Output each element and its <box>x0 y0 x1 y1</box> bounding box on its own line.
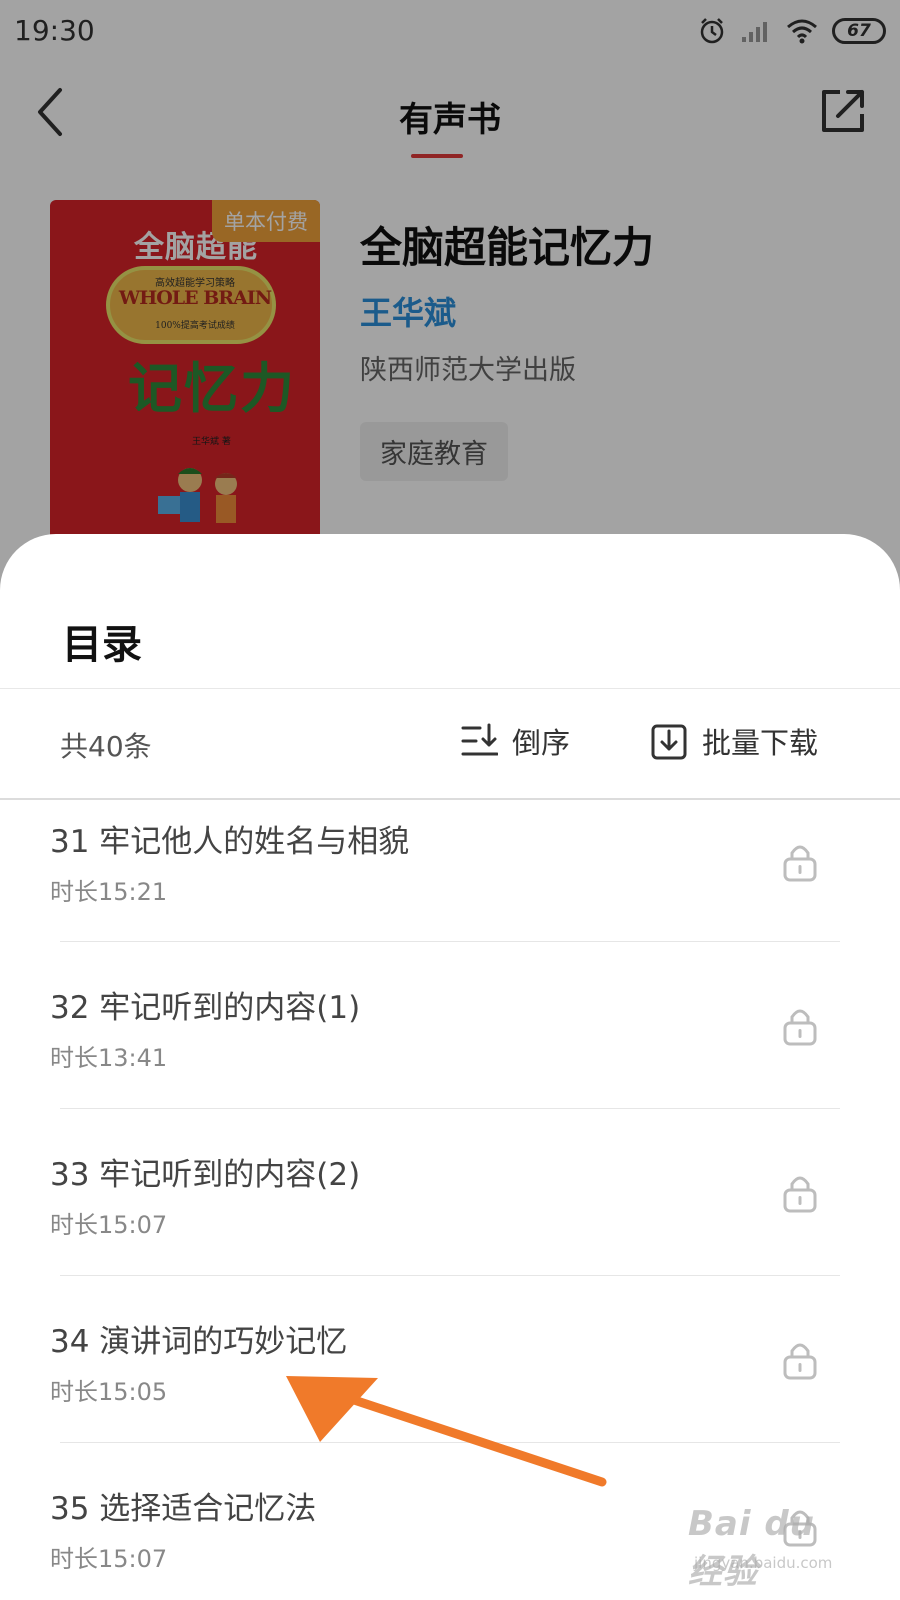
sort-button[interactable]: 倒序 <box>460 711 570 771</box>
episode-duration: 时长15:21 <box>50 878 168 906</box>
watermark: Bai du 经验 jingyan.baidu.com <box>688 1504 858 1592</box>
lock-icon <box>783 845 817 882</box>
episode-title: 34 演讲词的巧妙记忆 <box>50 1324 348 1360</box>
watermark-logo: Bai du 经验 <box>688 1504 815 1592</box>
catalog-toolbar: 共40条 倒序 批量下载 <box>0 689 900 799</box>
list-item[interactable]: 31 牢记他人的姓名与相貌 时长15:21 <box>0 800 900 942</box>
episode-title: 32 牢记听到的内容(1) <box>50 990 361 1026</box>
episode-title: 35 选择适合记忆法 <box>50 1491 317 1527</box>
episode-title: 31 牢记他人的姓名与相貌 <box>50 824 410 860</box>
episode-duration: 时长15:07 <box>50 1545 168 1573</box>
download-label: 批量下载 <box>702 726 819 760</box>
episode-duration: 时长15:05 <box>50 1378 168 1406</box>
list-item[interactable]: 33 牢记听到的内容(2) 时长15:07 <box>0 1109 900 1276</box>
watermark-url: jingyan.baidu.com <box>694 1554 833 1572</box>
lock-icon <box>783 1343 817 1380</box>
episode-title: 33 牢记听到的内容(2) <box>50 1157 361 1193</box>
sort-icon <box>461 723 498 756</box>
episode-duration: 时长15:07 <box>50 1211 168 1239</box>
lock-icon <box>783 1009 817 1046</box>
episode-count: 共40条 <box>60 730 152 763</box>
batch-download-button[interactable]: 批量下载 <box>650 711 818 771</box>
sort-label: 倒序 <box>512 726 571 760</box>
annotation-arrow-icon <box>286 1376 607 1487</box>
lock-icon <box>783 1176 817 1213</box>
catalog-title: 目录 <box>62 622 142 668</box>
list-item[interactable]: 32 牢记听到的内容(1) 时长13:41 <box>0 942 900 1109</box>
download-icon <box>651 724 687 760</box>
episode-duration: 时长13:41 <box>50 1044 168 1072</box>
